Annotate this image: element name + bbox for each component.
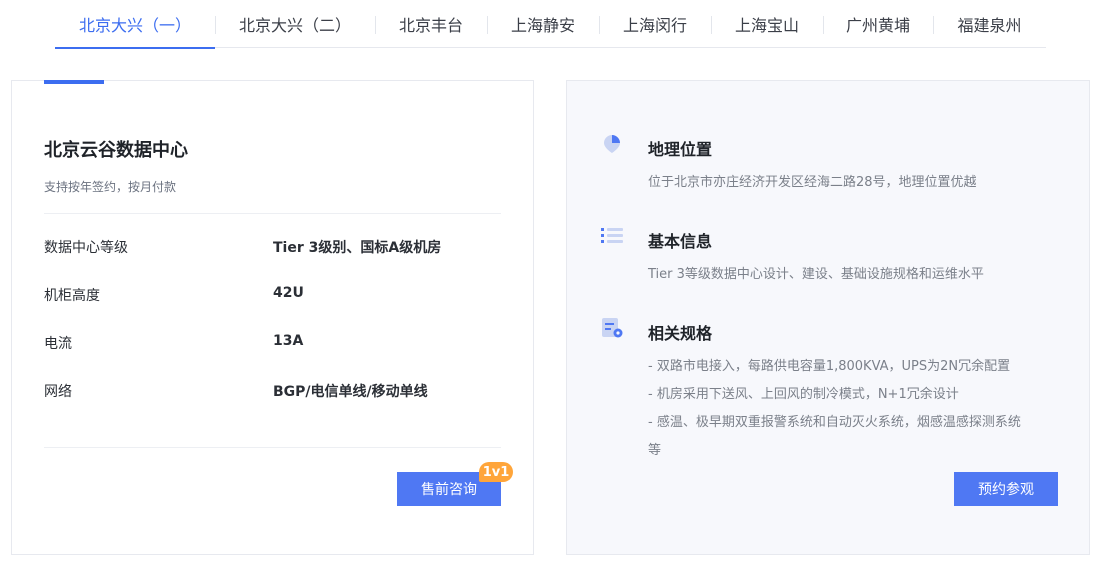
spec-value: 13A [273, 333, 304, 349]
tab-shanghai-minhang[interactable]: 上海闵行 [599, 0, 711, 48]
spec-key: 电流 [44, 336, 72, 352]
spec-key: 网络 [44, 384, 72, 400]
spec-row: 机柜高度 42U [44, 285, 501, 307]
spec-row: 电流 13A [44, 333, 501, 355]
card-accent-bar [44, 80, 104, 84]
divider [44, 447, 501, 448]
details-card: 地理位置 位于北京市亦庄经济开发区经海二路28号，地理位置优越 基本信息 Tie… [566, 80, 1090, 555]
spec-row: 网络 BGP/电信单线/移动单线 [44, 381, 501, 403]
tab-shanghai-baoshan[interactable]: 上海宝山 [711, 0, 823, 48]
spec-value: BGP/电信单线/移动单线 [273, 384, 428, 400]
basic-info-text: Tier 3等级数据中心设计、建设、基础设施规格和运维水平 [648, 267, 984, 282]
spec-key: 机柜高度 [44, 288, 100, 304]
tab-fujian-quanzhou[interactable]: 福建泉州 [933, 0, 1046, 48]
one-on-one-badge: 1v1 [479, 462, 513, 482]
spec-row: 数据中心等级 Tier 3级别、国标A级机房 [44, 237, 501, 259]
datacenter-subtitle: 支持按年签约，按月付款 [44, 180, 177, 194]
tab-guangzhou-huangpu[interactable]: 广州黄埔 [823, 0, 933, 48]
tab-beijing-daxing-2[interactable]: 北京大兴（二） [215, 0, 375, 48]
specs-line: - 双路市电接入，每路供电容量1,800KVA，UPS为2N冗余配置 [648, 359, 1011, 374]
specs-line: - 感温、极早期双重报警系统和自动灭火系统，烟感温感探测系统 [648, 415, 1021, 430]
divider [44, 213, 501, 214]
list-icon [601, 228, 623, 243]
specs-line: 等 [648, 443, 662, 458]
specs-line: - 机房采用下送风、上回风的制冷模式，N+1冗余设计 [648, 387, 959, 402]
tab-shanghai-jingan[interactable]: 上海静安 [487, 0, 599, 48]
datacenter-title: 北京云谷数据中心 [44, 140, 188, 161]
spec-value: Tier 3级别、国标A级机房 [273, 240, 442, 256]
location-text: 位于北京市亦庄经济开发区经海二路28号，地理位置优越 [648, 175, 977, 190]
tab-beijing-daxing-1[interactable]: 北京大兴（一） [55, 0, 215, 49]
specs-title: 相关规格 [648, 324, 713, 343]
book-visit-button[interactable]: 预约参观 [954, 472, 1058, 506]
location-title: 地理位置 [648, 140, 713, 159]
basic-info-title: 基本信息 [648, 232, 713, 251]
spec-key: 数据中心等级 [44, 240, 128, 256]
location-pin-icon [604, 135, 620, 153]
datacenter-card: 北京云谷数据中心 支持按年签约，按月付款 数据中心等级 Tier 3级别、国标A… [11, 80, 534, 555]
region-tabs: 北京大兴（一） 北京大兴（二） 北京丰台 上海静安 上海闵行 上海宝山 广州黄埔… [55, 0, 1046, 49]
tab-beijing-fengtai[interactable]: 北京丰台 [375, 0, 487, 48]
spec-value: 42U [273, 285, 304, 301]
document-settings-icon [602, 318, 623, 338]
